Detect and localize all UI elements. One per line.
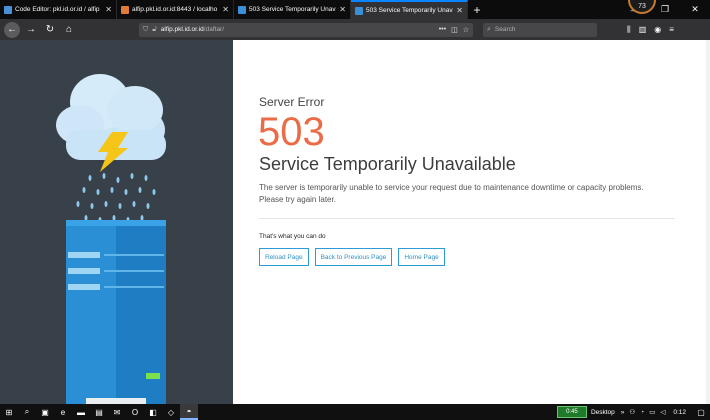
- forward-button[interactable]: →: [23, 22, 39, 38]
- tab-bar: Code Editor: pkl.id.or.id / alfip ✕ alfi…: [0, 0, 710, 19]
- url-host: alfip.pkl.id.or.id: [160, 26, 204, 33]
- store-icon[interactable]: ▤: [90, 404, 108, 420]
- page-content: Server Error 503 Service Temporarily Una…: [0, 40, 710, 404]
- back-to-previous-page-button[interactable]: Back to Previous Page: [314, 248, 393, 266]
- url-text[interactable]: alfip.pkl.id.or.id/daftar/: [161, 26, 434, 33]
- url-bar[interactable]: ⛉ 🔓︎ alfip.pkl.id.or.id/daftar/ ••• ◫ ☆: [139, 22, 473, 37]
- error-code: 503: [258, 110, 325, 154]
- storm-server-illustration: [56, 74, 166, 404]
- file-explorer-icon[interactable]: ▬: [72, 404, 90, 420]
- wifi-icon[interactable]: ◔: [640, 409, 644, 416]
- people-icon[interactable]: ⚇: [629, 408, 635, 416]
- menu-icon[interactable]: ≡: [669, 25, 674, 35]
- close-icon[interactable]: ✕: [339, 5, 346, 14]
- battery-icon[interactable]: ▭: [649, 408, 655, 416]
- action-buttons: Reload Page Back to Previous Page Home P…: [259, 248, 445, 266]
- scrollbar[interactable]: [706, 40, 710, 404]
- search-input[interactable]: ⌕ Search: [483, 22, 597, 37]
- tab-title: Code Editor: pkl.id.or.id / alfip: [15, 6, 100, 13]
- app-icon[interactable]: ◧: [144, 404, 162, 420]
- system-tray: » ⚇ ◔ ▭ ◁: [621, 408, 666, 417]
- insecure-lock-icon[interactable]: 🔓︎: [152, 26, 157, 34]
- windows-start-icon[interactable]: ⊞: [0, 404, 18, 420]
- tab-bar-spacer: [486, 0, 620, 19]
- tab-localhost[interactable]: alfip.pkl.id.or.id:8443 / localho ✕: [117, 0, 234, 19]
- new-tab-button[interactable]: +: [468, 0, 486, 19]
- reload-page-button[interactable]: Reload Page: [259, 248, 309, 266]
- rain-drops: [76, 173, 156, 223]
- divider: [259, 218, 675, 219]
- close-icon[interactable]: ✕: [105, 5, 112, 14]
- notification-center-icon[interactable]: ▢: [692, 408, 710, 417]
- edge-browser-icon[interactable]: e: [54, 404, 72, 420]
- actions-label: That's what you can do: [259, 233, 326, 240]
- url-path: /daftar/: [203, 26, 225, 33]
- error-title: Service Temporarily Unavailable: [259, 154, 516, 174]
- reload-button[interactable]: ↻: [42, 22, 58, 38]
- error-description: The server is temporarily unable to serv…: [259, 183, 644, 204]
- search-placeholder: Search: [494, 26, 516, 33]
- shield-icon[interactable]: ⛉: [143, 26, 148, 34]
- search-icon[interactable]: ⌕: [18, 404, 36, 420]
- navigation-bar: ← → ↻ ⌂ ⛉ 🔓︎ alfip.pkl.id.or.id/daftar/ …: [0, 19, 710, 40]
- back-button[interactable]: ←: [4, 21, 20, 38]
- sidebar-icon[interactable]: ▥: [639, 25, 647, 35]
- overflow-chevron-icon[interactable]: »: [621, 409, 625, 416]
- error-category: Server Error: [259, 95, 325, 109]
- tab-503-active[interactable]: 503 Service Temporarily Unava ✕: [351, 0, 468, 19]
- tab-503-first[interactable]: 503 Service Temporarily Unava ✕: [234, 0, 351, 19]
- volume-icon[interactable]: ◁: [660, 408, 665, 416]
- tab-favicon-icon: [355, 6, 363, 15]
- toolbar-icons: ⫼ ▥ ◉ ≡: [627, 25, 674, 35]
- desktop-toolbar[interactable]: Desktop: [591, 409, 615, 416]
- close-icon[interactable]: ✕: [222, 5, 229, 14]
- account-icon[interactable]: ◉: [654, 25, 661, 35]
- error-panel: Server Error 503 Service Temporarily Una…: [233, 40, 710, 404]
- search-icon: ⌕: [487, 25, 491, 33]
- mail-icon[interactable]: ✉: [108, 404, 126, 420]
- bookmark-star-icon[interactable]: ☆: [463, 26, 469, 34]
- tab-title: 503 Service Temporarily Unava: [366, 7, 454, 14]
- opera-icon[interactable]: O: [126, 404, 144, 420]
- pocket-icon[interactable]: ◫: [451, 26, 458, 34]
- server-tower-icon: [66, 220, 166, 404]
- browser-window: Code Editor: pkl.id.or.id / alfip ✕ alfi…: [0, 0, 710, 420]
- home-page-button[interactable]: Home Page: [398, 248, 445, 266]
- close-icon[interactable]: ✕: [456, 6, 463, 15]
- tab-favicon-icon: [4, 5, 12, 14]
- close-window-button[interactable]: ✕: [680, 0, 710, 19]
- page-actions-icon[interactable]: •••: [439, 26, 446, 33]
- vscode-icon[interactable]: ◇: [162, 404, 180, 420]
- clock[interactable]: 0:12: [673, 409, 686, 416]
- task-view-icon[interactable]: ▣: [36, 404, 54, 420]
- tab-favicon-icon: [121, 5, 129, 14]
- firefox-icon[interactable]: ◓: [180, 404, 198, 420]
- tab-title: alfip.pkl.id.or.id:8443 / localho: [132, 6, 218, 13]
- library-icon[interactable]: ⫼: [627, 25, 631, 35]
- tab-title: 503 Service Temporarily Unava: [249, 6, 337, 13]
- battery-indicator[interactable]: 0:45: [556, 406, 587, 418]
- tab-code-editor[interactable]: Code Editor: pkl.id.or.id / alfip ✕: [0, 0, 117, 19]
- taskbar: ⊞ ⌕ ▣ e ▬ ▤ ✉ O ◧ ◇ ◓ 0:45 Desktop » ⚇ ◔…: [0, 404, 710, 420]
- server-illustration: [0, 40, 233, 404]
- tab-favicon-icon: [238, 5, 246, 14]
- home-button[interactable]: ⌂: [61, 22, 77, 38]
